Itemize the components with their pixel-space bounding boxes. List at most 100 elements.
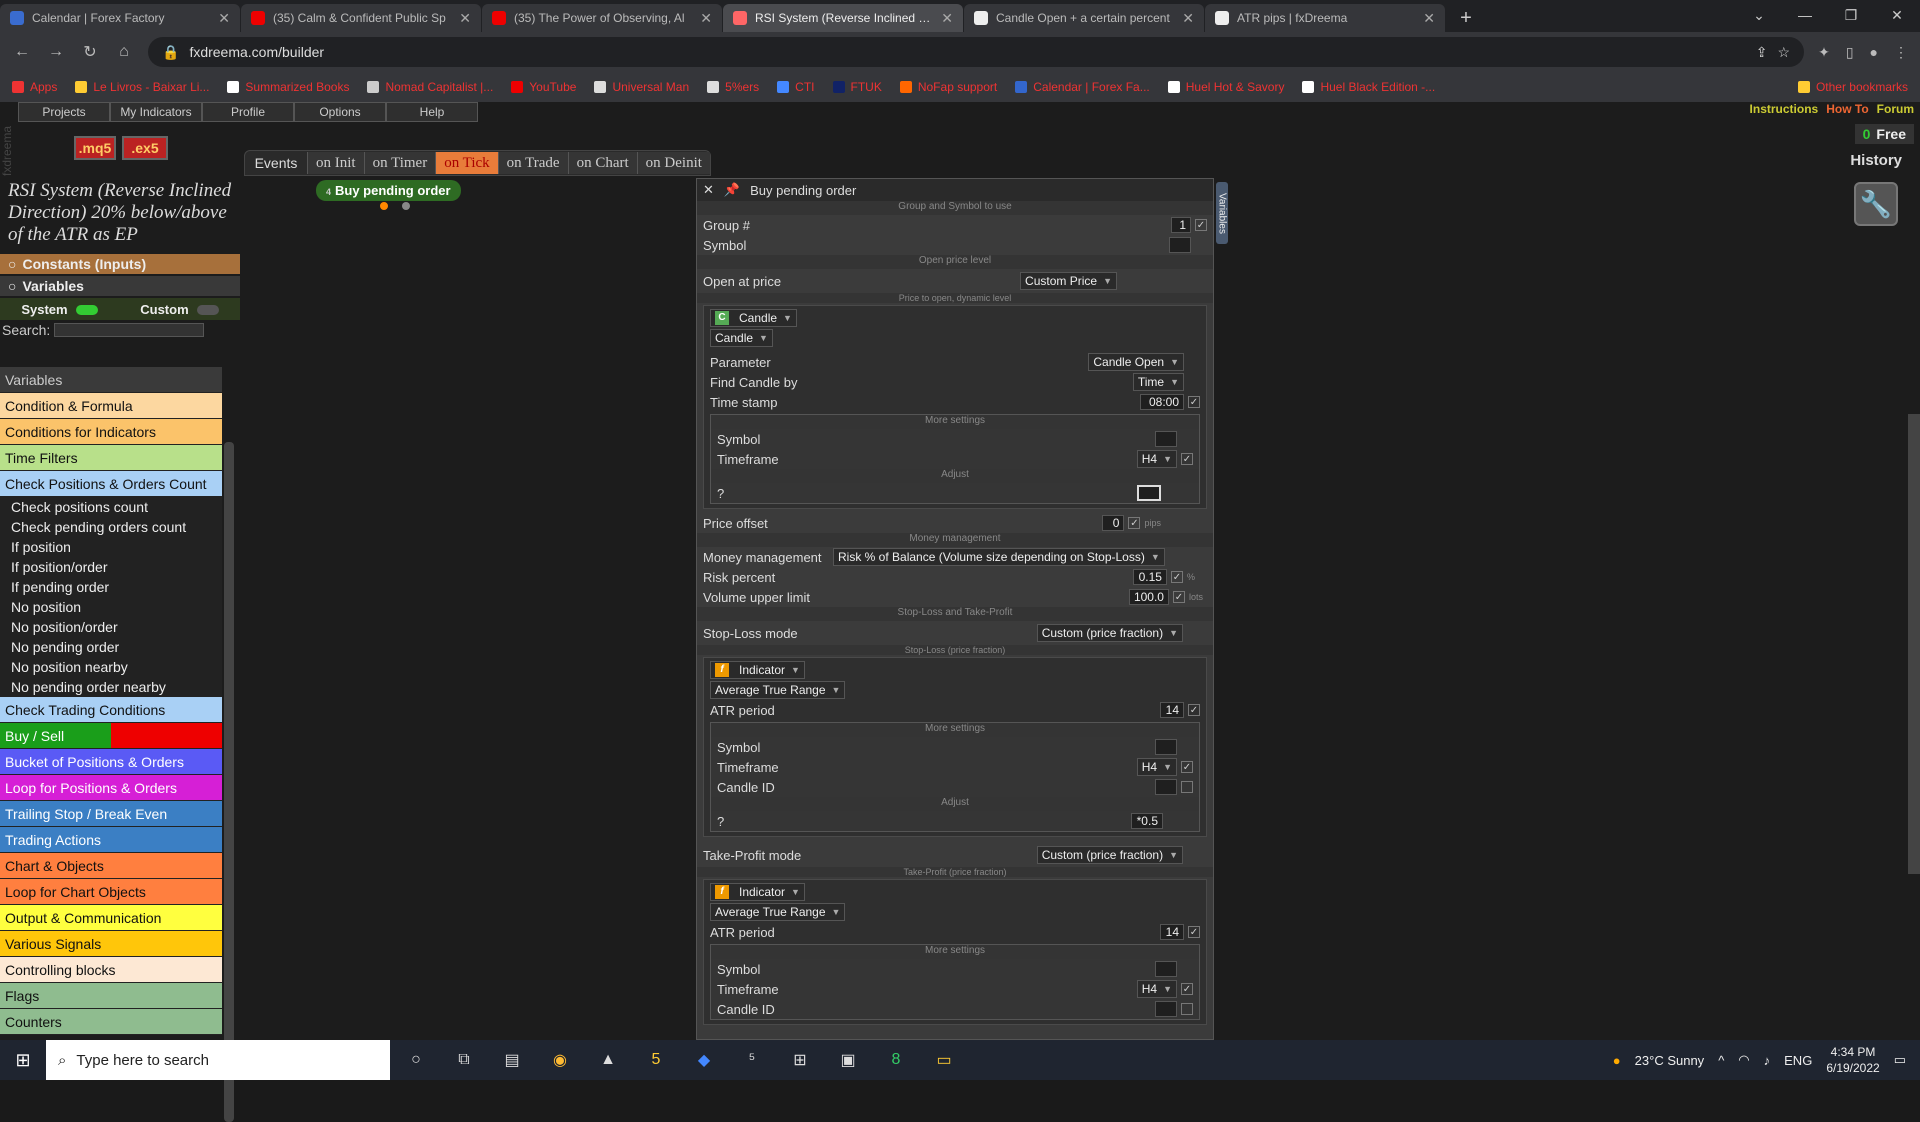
block-category[interactable]: Counters bbox=[0, 1009, 222, 1035]
menu-item[interactable]: Options bbox=[294, 102, 386, 122]
app-8-icon[interactable]: 8 bbox=[880, 1044, 912, 1076]
reload-icon[interactable]: ↻ bbox=[80, 42, 100, 62]
bookmark-item[interactable]: Nomad Capitalist |... bbox=[367, 80, 493, 94]
browser-tab[interactable]: (35) Calm & Confident Public Sp ✕ bbox=[241, 4, 481, 32]
block-category[interactable]: Trading Actions bbox=[0, 827, 222, 853]
sl-indicator-type-select[interactable]: f Indicator ▼ bbox=[710, 661, 805, 679]
bookmark-item[interactable]: Le Livros - Baixar Li... bbox=[75, 80, 209, 94]
sl-atr-period-checkbox[interactable]: ✓ bbox=[1188, 704, 1200, 716]
variables-side-tab[interactable]: Variables bbox=[1216, 182, 1228, 244]
block-category[interactable]: Controlling blocks bbox=[0, 957, 222, 983]
tab-close-icon[interactable]: ✕ bbox=[1423, 10, 1435, 27]
tab-close-icon[interactable]: ✕ bbox=[700, 10, 712, 27]
open-price-select[interactable]: Custom Price ▼ bbox=[1020, 272, 1117, 290]
block-output-no-icon[interactable] bbox=[402, 202, 410, 210]
sl-timeframe-checkbox[interactable]: ✓ bbox=[1181, 761, 1193, 773]
home-icon[interactable]: ⌂ bbox=[114, 43, 134, 61]
group-checkbox[interactable]: ✓ bbox=[1195, 219, 1207, 231]
star-icon[interactable]: ☆ bbox=[1778, 44, 1791, 61]
tab-close-icon[interactable]: ✕ bbox=[1182, 10, 1194, 27]
event-tab[interactable]: on Deinit bbox=[636, 152, 710, 174]
block-category[interactable]: Flags bbox=[0, 983, 222, 1009]
page-scrollbar[interactable] bbox=[1908, 414, 1920, 874]
block-item[interactable]: Check positions count bbox=[0, 497, 222, 517]
volume-limit-input[interactable]: 100.0 bbox=[1128, 589, 1169, 605]
tp-indicator-type-select[interactable]: f Indicator ▼ bbox=[710, 883, 805, 901]
block-category[interactable]: Conditions for Indicators bbox=[0, 419, 222, 445]
block-item[interactable]: If pending order bbox=[0, 577, 222, 597]
block-category[interactable]: Bucket of Positions & Orders bbox=[0, 749, 222, 775]
take-profit-mode-select[interactable]: Custom (price fraction) ▼ bbox=[1036, 846, 1183, 864]
block-category[interactable]: Chart & Objects bbox=[0, 853, 222, 879]
bookmark-item[interactable]: Summarized Books bbox=[227, 80, 349, 94]
browser-tab[interactable]: RSI System (Reverse Inclined Dir ✕ bbox=[723, 4, 963, 32]
block-category[interactable]: Various Signals bbox=[0, 931, 222, 957]
candle-symbol-input[interactable] bbox=[1155, 431, 1177, 447]
fivepercenters-icon[interactable]: 5 bbox=[640, 1044, 672, 1076]
event-tab[interactable]: on Timer bbox=[363, 152, 436, 174]
howto-link[interactable]: How To bbox=[1826, 102, 1868, 116]
browser-tab[interactable]: Calendar | Forex Factory ✕ bbox=[0, 4, 240, 32]
timestamp-input[interactable]: 08:00 bbox=[1140, 394, 1184, 410]
sl-adjust-input[interactable]: *0.5 bbox=[1131, 813, 1163, 829]
tray-chevron-icon[interactable]: ^ bbox=[1718, 1053, 1724, 1068]
system-toggle[interactable]: System bbox=[21, 302, 98, 317]
event-tab[interactable]: on Chart bbox=[567, 152, 637, 174]
block-item[interactable]: No pending order bbox=[0, 637, 222, 657]
block-category[interactable]: Variables bbox=[0, 367, 222, 393]
bookmark-item[interactable]: Calendar | Forex Fa... bbox=[1015, 80, 1150, 94]
risk-percent-input[interactable]: 0.15 bbox=[1132, 569, 1167, 585]
mq5-button[interactable]: .mq5 bbox=[74, 136, 116, 160]
bookmark-item[interactable]: YouTube bbox=[511, 80, 576, 94]
sl-atr-period-input[interactable]: 14 bbox=[1160, 702, 1184, 718]
tp-timeframe-select[interactable]: H4 ▼ bbox=[1136, 980, 1177, 998]
block-item[interactable]: If position bbox=[0, 537, 222, 557]
tp-candle-id-checkbox[interactable] bbox=[1181, 1003, 1193, 1015]
close-icon[interactable]: ✕ bbox=[1874, 0, 1920, 30]
block-category[interactable]: Buy / Sell bbox=[0, 723, 222, 749]
forum-link[interactable]: Forum bbox=[1877, 102, 1914, 116]
menu-item[interactable]: My Indicators bbox=[110, 102, 202, 122]
profile-avatar[interactable]: ● bbox=[1870, 44, 1878, 61]
volume-icon[interactable]: ♪ bbox=[1764, 1053, 1771, 1068]
custom-toggle[interactable]: Custom bbox=[140, 302, 219, 317]
bookmark-item[interactable]: CTI bbox=[777, 80, 815, 94]
menu-item[interactable]: Profile bbox=[202, 102, 294, 122]
bookmark-item[interactable]: Huel Hot & Savory bbox=[1167, 80, 1284, 94]
block-category[interactable]: Trailing Stop / Break Even bbox=[0, 801, 222, 827]
minimize-icon[interactable]: — bbox=[1782, 0, 1828, 30]
parameter-select[interactable]: Candle Open ▼ bbox=[1088, 353, 1184, 371]
block-item[interactable]: Check pending orders count bbox=[0, 517, 222, 537]
block-item[interactable]: No pending order nearby bbox=[0, 677, 222, 697]
clock[interactable]: 4:34 PM 6/19/2022 bbox=[1826, 1044, 1879, 1076]
block-category[interactable]: Check Trading Conditions bbox=[0, 697, 222, 723]
bookmark-item[interactable]: FTUK bbox=[832, 80, 882, 94]
timestamp-checkbox[interactable]: ✓ bbox=[1188, 396, 1200, 408]
new-tab-button[interactable]: + bbox=[1452, 4, 1480, 32]
chrome-icon[interactable]: ◉ bbox=[544, 1044, 576, 1076]
pin-icon[interactable]: 📌 bbox=[724, 182, 740, 198]
bookmark-item[interactable]: Universal Man bbox=[594, 80, 689, 94]
candle-sub-select[interactable]: Candle ▼ bbox=[710, 329, 773, 347]
windows-start-icon[interactable]: ⊞ bbox=[0, 1040, 46, 1080]
buy-pending-order-block[interactable]: 4 Buy pending order bbox=[316, 180, 461, 210]
taskbar-search[interactable]: ⌕ Type here to search bbox=[46, 1040, 390, 1080]
tp-candle-id-input[interactable] bbox=[1155, 1001, 1177, 1017]
sl-symbol-input[interactable] bbox=[1155, 739, 1177, 755]
tp-symbol-input[interactable] bbox=[1155, 961, 1177, 977]
back-icon[interactable]: ← bbox=[12, 43, 32, 61]
close-icon[interactable]: ✕ bbox=[703, 182, 714, 198]
sl-timeframe-select[interactable]: H4 ▼ bbox=[1136, 758, 1177, 776]
block-output-yes-icon[interactable] bbox=[380, 202, 388, 210]
notifications-icon[interactable]: ▭ bbox=[1894, 1052, 1906, 1068]
file-explorer-icon[interactable]: ▭ bbox=[928, 1044, 960, 1076]
tp-indicator-select[interactable]: Average True Range ▼ bbox=[710, 903, 846, 921]
menu-item[interactable]: Help bbox=[386, 102, 478, 122]
tp-atr-period-input[interactable]: 14 bbox=[1160, 924, 1184, 940]
app-diamond-icon[interactable]: ◆ bbox=[688, 1044, 720, 1076]
stop-loss-mode-select[interactable]: Custom (price fraction) ▼ bbox=[1036, 624, 1183, 642]
browser-tab[interactable]: (35) The Power of Observing, Al ✕ bbox=[482, 4, 722, 32]
sidebar-scrollbar[interactable] bbox=[224, 442, 234, 1122]
event-tab[interactable]: on Init bbox=[307, 152, 364, 174]
block-category[interactable]: Check Positions & Orders Count bbox=[0, 471, 222, 497]
